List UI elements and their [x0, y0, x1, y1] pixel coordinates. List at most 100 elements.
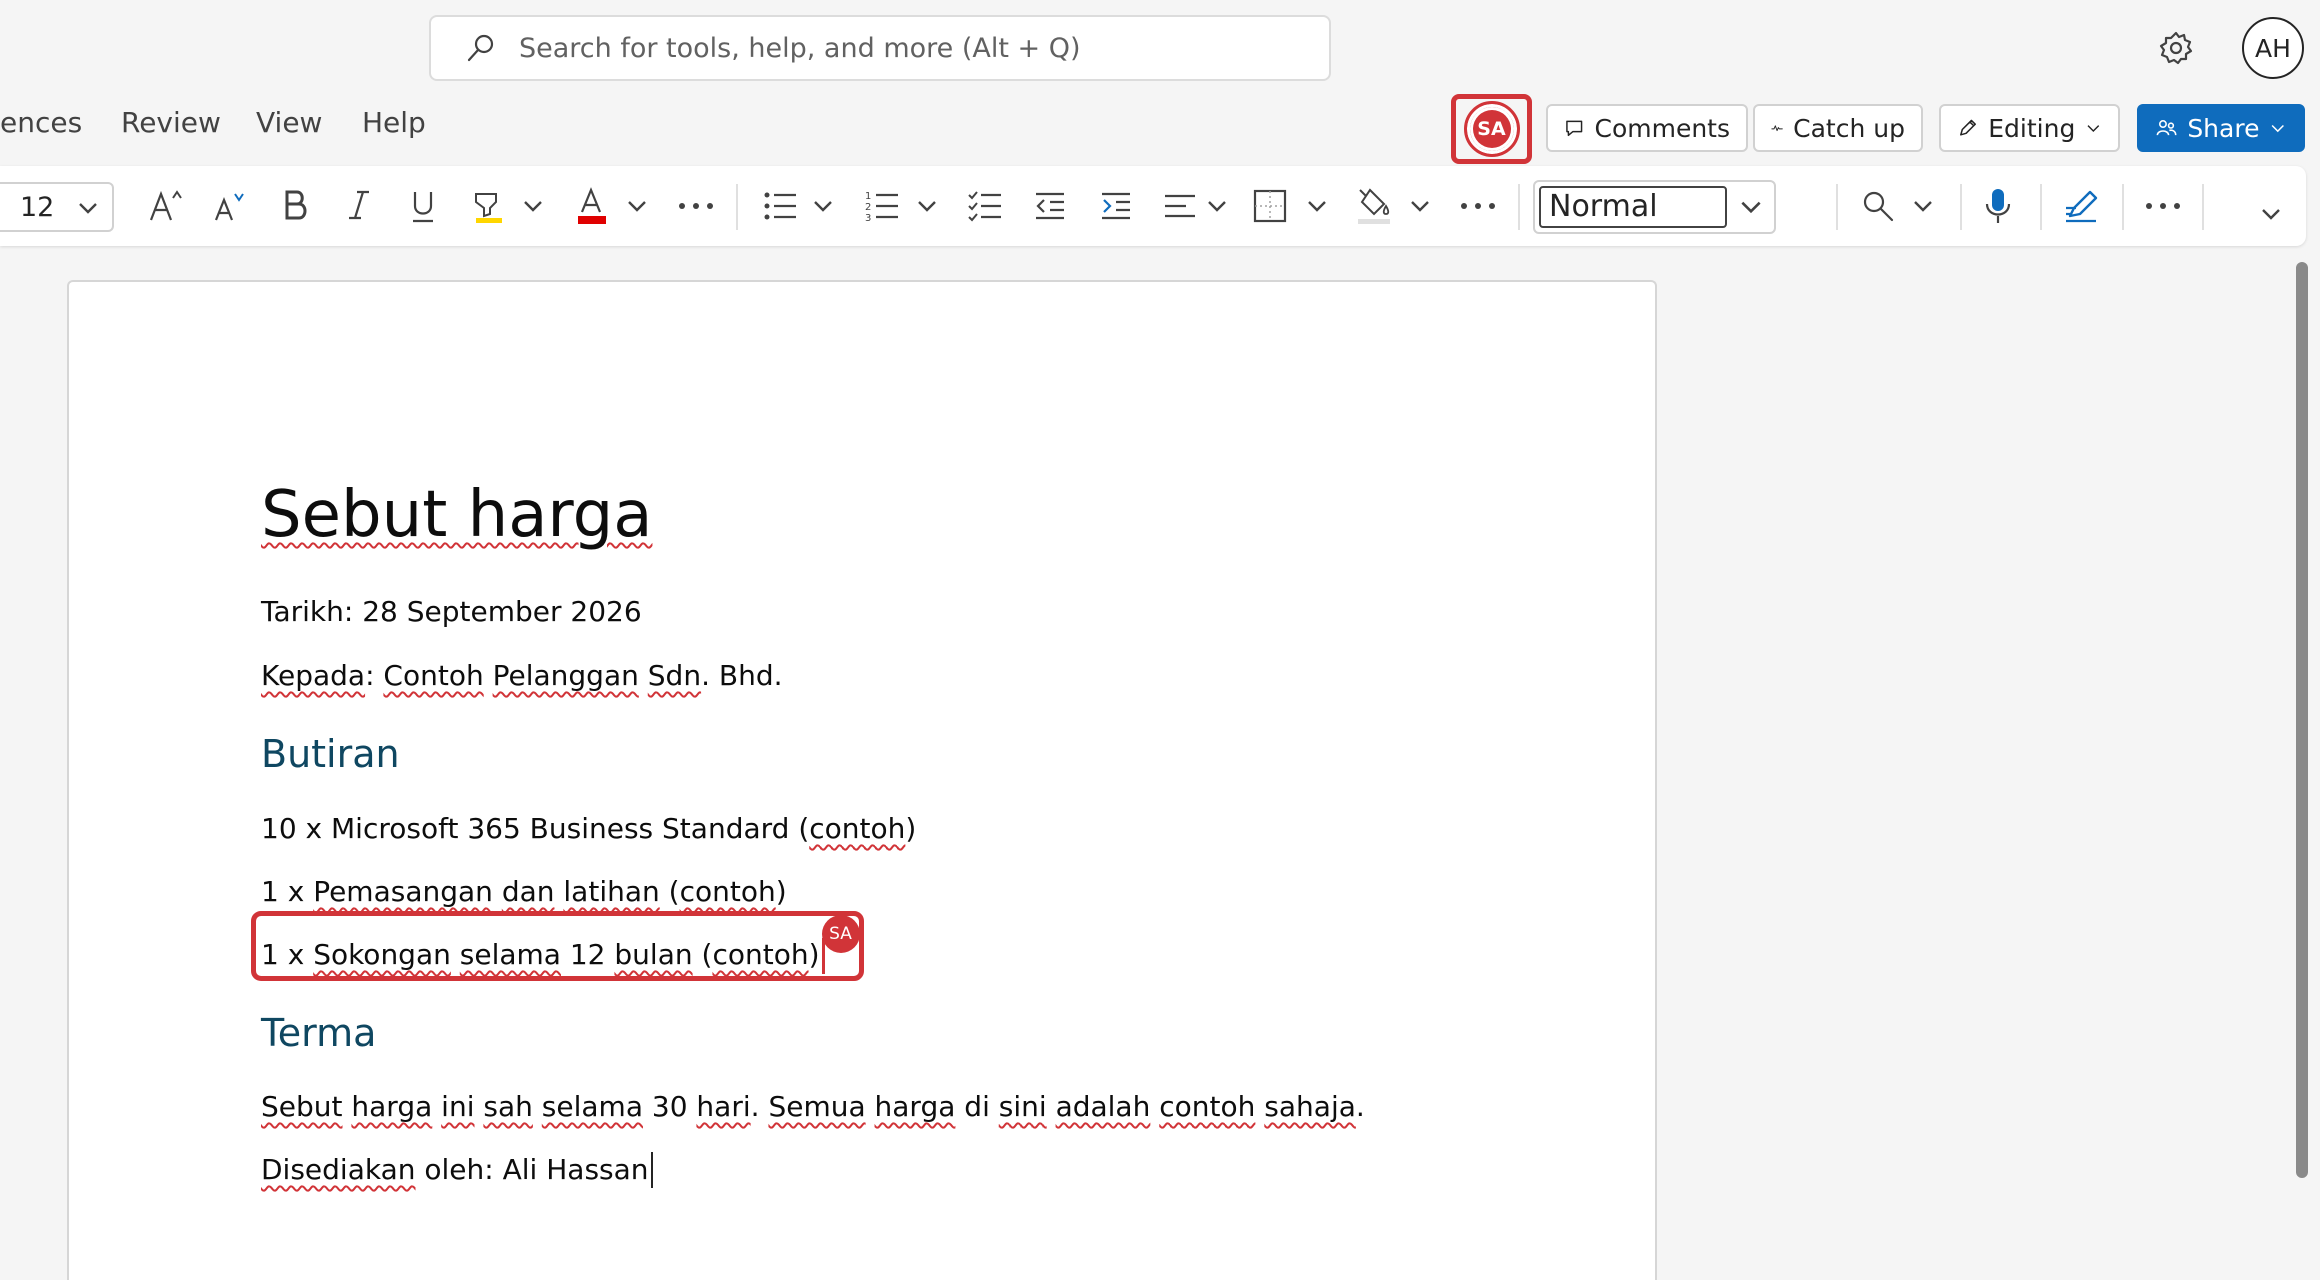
- heading-details[interactable]: Butiran: [261, 732, 400, 776]
- shrink-font-icon: [214, 193, 244, 221]
- bold-icon: [285, 190, 307, 220]
- document-title[interactable]: Sebut harga: [261, 478, 652, 552]
- editing-mode-button[interactable]: Editing: [1939, 104, 2120, 152]
- checklist-button[interactable]: [965, 180, 1005, 232]
- grow-font-button[interactable]: [145, 180, 189, 232]
- search-icon: [1863, 191, 1894, 222]
- style-value[interactable]: Normal: [1539, 186, 1727, 228]
- align-left-icon: [1165, 194, 1195, 218]
- document-page[interactable]: [67, 280, 1657, 1280]
- formatting-toolbar: 12 123 Normal: [0, 166, 2306, 246]
- chevron-down-icon: [524, 201, 542, 212]
- font-color-button[interactable]: [572, 180, 612, 232]
- collaborator-cursor-flag: SA: [821, 915, 860, 953]
- find-dropdown[interactable]: [1908, 180, 1938, 232]
- highlight-dropdown[interactable]: [518, 180, 548, 232]
- find-button[interactable]: [1858, 180, 1898, 232]
- tab-help[interactable]: Help: [362, 106, 426, 139]
- item-line-3[interactable]: 1 x Sokongan selama 12 bulan (contoh): [261, 938, 820, 971]
- item-line-1[interactable]: 10 x Microsoft 365 Business Standard (co…: [261, 812, 916, 845]
- chevron-down-icon: [1308, 201, 1326, 212]
- date-line[interactable]: Tarikh: 28 September 2026: [261, 595, 642, 628]
- search-box[interactable]: Search for tools, help, and more (Alt + …: [429, 15, 1331, 81]
- editing-label: Editing: [1988, 113, 2076, 143]
- separator: [1836, 184, 1838, 230]
- numbering-dropdown[interactable]: [912, 180, 942, 232]
- highlight-button[interactable]: [468, 180, 508, 232]
- italic-icon: [349, 190, 369, 220]
- numbered-list-icon: 123: [865, 191, 898, 224]
- svg-text:1: 1: [865, 191, 871, 202]
- collaborator-highlight[interactable]: SA: [1451, 94, 1532, 164]
- chevron-down-icon: [1208, 201, 1226, 212]
- search-icon: [467, 34, 494, 62]
- more-paragraph-options[interactable]: [1456, 180, 1500, 232]
- grow-font-icon: [149, 190, 182, 221]
- increase-indent-button[interactable]: [1096, 180, 1136, 232]
- recipient-line[interactable]: Kepada: Contoh Pelanggan Sdn. Bhd.: [261, 659, 783, 692]
- tab-view[interactable]: View: [256, 106, 322, 139]
- more-icon: [1461, 203, 1495, 209]
- text-cursor: [650, 1152, 653, 1188]
- chevron-down-icon: [628, 201, 646, 212]
- borders-icon: [1253, 189, 1287, 223]
- font-color-icon: [578, 187, 606, 224]
- gear-icon[interactable]: [2158, 30, 2194, 66]
- bold-button[interactable]: [278, 180, 314, 232]
- more-icon: [679, 203, 713, 209]
- font-color-dropdown[interactable]: [622, 180, 652, 232]
- separator: [1960, 184, 1962, 230]
- separator: [2040, 184, 2042, 230]
- numbering-button[interactable]: 123: [862, 180, 902, 232]
- align-dropdown[interactable]: [1202, 180, 1232, 232]
- chevron-down-icon: [1411, 201, 1429, 212]
- comment-icon: [1566, 120, 1583, 137]
- style-select[interactable]: Normal: [1533, 180, 1776, 234]
- more-options-button[interactable]: [2141, 180, 2185, 232]
- shading-dropdown[interactable]: [1405, 180, 1435, 232]
- catch-up-button[interactable]: Catch up: [1753, 104, 1923, 152]
- more-font-options[interactable]: [674, 180, 718, 232]
- checklist-icon: [968, 191, 1001, 222]
- search-placeholder: Search for tools, help, and more (Alt + …: [519, 32, 1081, 64]
- item-line-2[interactable]: 1 x Pemasangan dan latihan (contoh): [261, 875, 787, 908]
- comments-label: Comments: [1594, 113, 1730, 143]
- pencil-icon: [1960, 119, 1976, 136]
- borders-button[interactable]: [1250, 180, 1290, 232]
- bullets-button[interactable]: [760, 180, 800, 232]
- decrease-indent-button[interactable]: [1030, 180, 1070, 232]
- svg-text:3: 3: [865, 213, 871, 224]
- decrease-indent-icon: [1036, 192, 1064, 220]
- prepared-by-line[interactable]: Disediakan oleh: Ali Hassan: [261, 1153, 649, 1186]
- chevron-down-icon[interactable]: [1738, 194, 1764, 220]
- font-size-select[interactable]: 12: [0, 182, 114, 232]
- microphone-icon: [1985, 189, 2011, 223]
- bullets-dropdown[interactable]: [808, 180, 838, 232]
- share-label: Share: [2187, 113, 2260, 143]
- italic-button[interactable]: [341, 180, 377, 232]
- highlighter-icon: [475, 193, 502, 223]
- chevron-down-icon: [79, 203, 97, 214]
- tab-references[interactable]: ences: [0, 106, 82, 139]
- chevron-down-icon: [2087, 125, 2100, 132]
- align-button[interactable]: [1160, 180, 1200, 232]
- chevron-down-icon: [2272, 124, 2285, 133]
- vertical-scrollbar[interactable]: [2296, 262, 2308, 1178]
- heading-terms[interactable]: Terma: [261, 1011, 376, 1055]
- collaborator-avatar[interactable]: SA: [1463, 101, 1520, 157]
- tab-review[interactable]: Review: [121, 106, 221, 139]
- editor-pen-icon: [2066, 190, 2098, 223]
- borders-dropdown[interactable]: [1302, 180, 1332, 232]
- dictate-button[interactable]: [1978, 180, 2018, 232]
- separator: [2122, 184, 2124, 230]
- share-button[interactable]: Share: [2137, 104, 2305, 152]
- underline-button[interactable]: [405, 180, 441, 232]
- shrink-font-button[interactable]: [208, 180, 252, 232]
- bullet-list-icon: [764, 192, 796, 220]
- editor-button[interactable]: [2060, 180, 2104, 232]
- terms-line[interactable]: Sebut harga ini sah selama 30 hari. Semu…: [261, 1090, 1365, 1123]
- user-avatar[interactable]: AH: [2242, 17, 2304, 79]
- shading-button[interactable]: [1354, 180, 1394, 232]
- comments-button[interactable]: Comments: [1546, 104, 1748, 152]
- ribbon-expand-button[interactable]: [2256, 188, 2286, 240]
